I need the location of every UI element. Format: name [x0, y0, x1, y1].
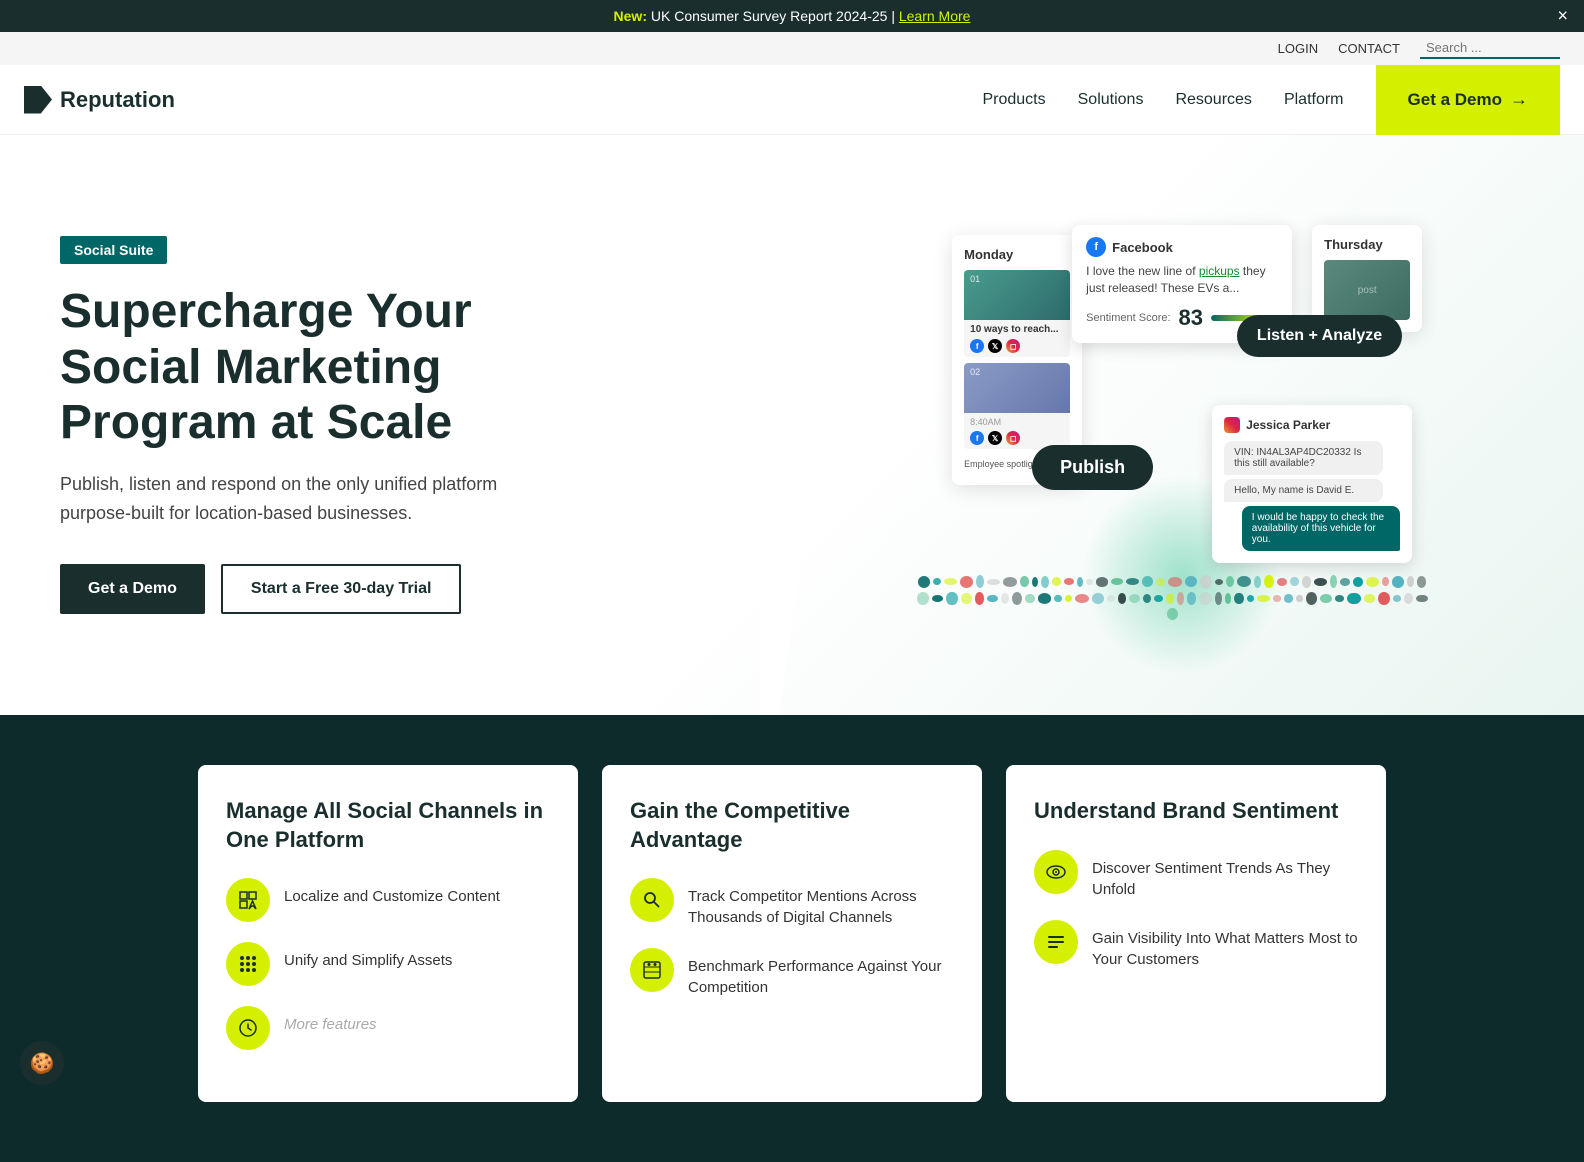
feature-card-3: Understand Brand Sentiment Discover Sent… — [1006, 765, 1386, 1102]
feature-icon-localize — [226, 878, 270, 922]
feature-item-2-2: Benchmark Performance Against Your Compe… — [630, 948, 954, 998]
new-label: New: — [614, 8, 647, 24]
instagram-social-dot: ◻ — [1006, 339, 1020, 353]
feature-icon-gain-visibility — [1034, 920, 1078, 964]
agent-message: I would be happy to check the availabili… — [1242, 506, 1400, 551]
jessica-message-1: VIN: IN4AL3AP4DC20332 Is this still avai… — [1224, 441, 1382, 475]
hero-illustration: Monday 01 10 ways to reach... f 𝕏 ◻ — [760, 135, 1584, 715]
social-icons-row-2: f 𝕏 ◻ — [970, 431, 1064, 445]
feature-item-3-2: Gain Visibility Into What Matters Most t… — [1034, 920, 1358, 970]
cal-post-image-1: 01 — [964, 270, 1070, 320]
hero-subtitle: Publish, listen and respond on the only … — [60, 470, 540, 528]
get-demo-nav-label: Get a Demo — [1408, 90, 1502, 110]
feature-text-1-2: Unify and Simplify Assets — [284, 942, 452, 971]
feature-icon-sentiment-trends — [1034, 850, 1078, 894]
get-demo-arrow-icon: → — [1510, 89, 1528, 110]
dots-decoration: // Generate colored dots inline const co… — [912, 575, 1432, 605]
twitter-social-dot: 𝕏 — [988, 339, 1002, 353]
hero-content: Social Suite Supercharge Your Social Mar… — [60, 236, 620, 613]
logo-text: Reputation — [60, 87, 175, 113]
search-input[interactable] — [1420, 38, 1560, 59]
facebook-social-dot-2: f — [970, 431, 984, 445]
cal-post-meta-1: 10 ways to reach... f 𝕏 ◻ — [964, 320, 1070, 357]
announcement-message: UK Consumer Survey Report 2024-25 | — [651, 8, 899, 24]
facebook-platform-name: Facebook — [1112, 240, 1173, 255]
close-announcement-button[interactable]: × — [1557, 6, 1568, 27]
sentiment-label: Sentiment Score: — [1086, 312, 1170, 324]
jessica-chat-header: Jessica Parker — [1224, 417, 1400, 433]
feature-card-2-title: Gain the Competitive Advantage — [630, 797, 954, 854]
jessica-name: Jessica Parker — [1246, 418, 1330, 432]
get-demo-hero-button[interactable]: Get a Demo — [60, 564, 205, 614]
trial-hero-button[interactable]: Start a Free 30-day Trial — [221, 564, 462, 614]
feature-text-1-1: Localize and Customize Content — [284, 878, 500, 907]
nav-platform[interactable]: Platform — [1284, 91, 1344, 108]
instagram-icon — [1224, 417, 1240, 433]
nav-resources[interactable]: Resources — [1175, 91, 1251, 108]
feature-card-2: Gain the Competitive Advantage Track Com… — [602, 765, 982, 1102]
contact-link[interactable]: CONTACT — [1338, 41, 1400, 56]
feature-text-2-1: Track Competitor Mentions Across Thousan… — [688, 878, 954, 928]
feature-text-2-2: Benchmark Performance Against Your Compe… — [688, 948, 954, 998]
post-title-1: 10 ways to reach... — [970, 324, 1064, 335]
feature-icon-track — [630, 878, 674, 922]
feature-item-3-1: Discover Sentiment Trends As They Unfold — [1034, 850, 1358, 900]
learn-more-link[interactable]: Learn More — [899, 8, 971, 24]
cookie-consent-button[interactable]: 🍪 — [20, 1041, 64, 1085]
features-section: Manage All Social Channels in One Platfo… — [0, 715, 1584, 1162]
hero-section: Social Suite Supercharge Your Social Mar… — [0, 135, 1584, 715]
feature-text-3-1: Discover Sentiment Trends As They Unfold — [1092, 850, 1358, 900]
feature-icon-unify — [226, 942, 270, 986]
post-time-2: 8:40AM — [970, 417, 1064, 427]
facebook-comment: I love the new line of pickups they just… — [1086, 263, 1278, 297]
facebook-card-header: f Facebook — [1086, 237, 1278, 257]
instagram-social-dot-2: ◻ — [1006, 431, 1020, 445]
feature-text-3-2: Gain Visibility Into What Matters Most t… — [1092, 920, 1358, 970]
social-suite-badge: Social Suite — [60, 236, 167, 264]
cookie-icon: 🍪 — [30, 1051, 55, 1076]
listen-analyze-bubble: Listen + Analyze — [1237, 315, 1402, 357]
feature-text-1-3: More features — [284, 1006, 377, 1035]
monday-label: Monday — [964, 247, 1070, 262]
facebook-platform-icon: f — [1086, 237, 1106, 257]
nav-links: Products Solutions Resources Platform — [982, 91, 1343, 109]
cal-post-2: 02 8:40AM f 𝕏 ◻ — [964, 363, 1070, 449]
feature-item-1-2: Unify and Simplify Assets — [226, 942, 550, 986]
login-link[interactable]: LOGIN — [1278, 41, 1318, 56]
nav-solutions[interactable]: Solutions — [1078, 91, 1144, 108]
main-nav: Reputation Products Solutions Resources … — [0, 65, 1584, 135]
logo-icon — [24, 86, 52, 114]
twitter-social-dot-2: 𝕏 — [988, 431, 1002, 445]
feature-item-1-3: More features — [226, 1006, 550, 1050]
logo-link[interactable]: Reputation — [24, 86, 175, 114]
announcement-bar: New: UK Consumer Survey Report 2024-25 |… — [0, 0, 1584, 32]
utility-nav: LOGIN CONTACT — [0, 32, 1584, 65]
feature-card-3-title: Understand Brand Sentiment — [1034, 797, 1358, 826]
facebook-social-dot: f — [970, 339, 984, 353]
nav-products[interactable]: Products — [982, 91, 1045, 108]
feature-item-1-1: Localize and Customize Content — [226, 878, 550, 922]
jessica-message-2: Hello, My name is David E. — [1224, 479, 1382, 502]
feature-card-1: Manage All Social Channels in One Platfo… — [198, 765, 578, 1102]
hero-bg-shape — [760, 135, 861, 715]
cal-post-meta-2: 8:40AM f 𝕏 ◻ — [964, 413, 1070, 449]
social-icons-row-1: f 𝕏 ◻ — [970, 339, 1064, 353]
cal-post-image-2: 02 — [964, 363, 1070, 413]
hero-title: Supercharge Your Social Marketing Progra… — [60, 284, 620, 450]
thursday-label: Thursday — [1324, 237, 1410, 252]
sentiment-score: 83 — [1179, 305, 1203, 331]
feature-item-2-1: Track Competitor Mentions Across Thousan… — [630, 878, 954, 928]
feature-card-1-title: Manage All Social Channels in One Platfo… — [226, 797, 550, 854]
get-demo-nav-button[interactable]: Get a Demo → — [1376, 65, 1560, 135]
hero-buttons: Get a Demo Start a Free 30-day Trial — [60, 564, 620, 614]
cal-post-1: 01 10 ways to reach... f 𝕏 ◻ — [964, 270, 1070, 357]
fb-highlight: pickups — [1199, 264, 1240, 278]
feature-icon-benchmark — [630, 948, 674, 992]
publish-bubble: Publish — [1032, 445, 1153, 490]
illustration-container: Monday 01 10 ways to reach... f 𝕏 ◻ — [912, 215, 1432, 635]
feature-icon-third — [226, 1006, 270, 1050]
jessica-chat-card: Jessica Parker VIN: IN4AL3AP4DC20332 Is … — [1212, 405, 1412, 563]
